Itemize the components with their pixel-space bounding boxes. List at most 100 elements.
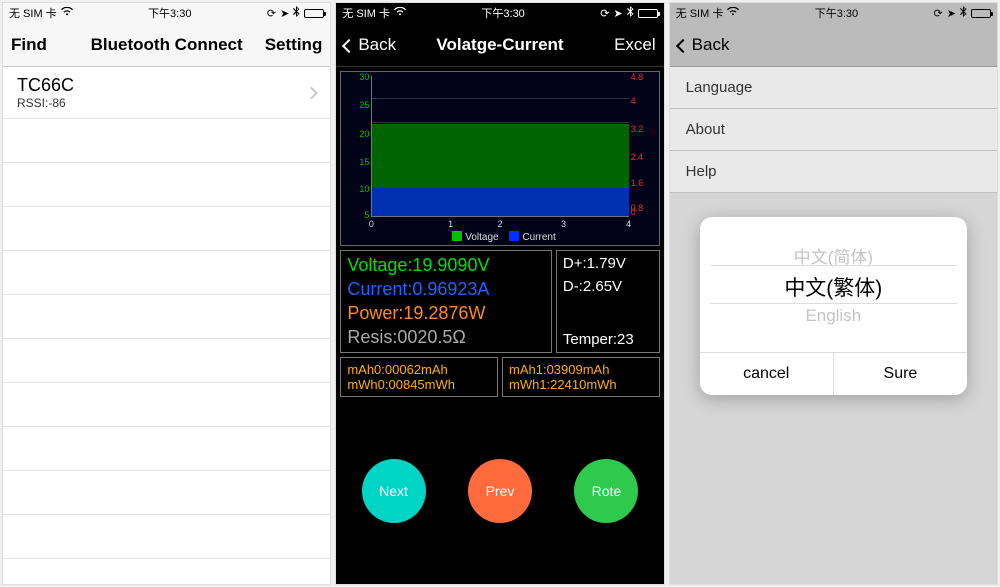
y-right-tick: 0 xyxy=(631,207,657,217)
current-series xyxy=(372,188,628,216)
resistance-reading: Resis:0020.5Ω xyxy=(347,327,545,348)
list-item xyxy=(3,471,330,515)
wifi-icon xyxy=(394,7,406,19)
dline-panel: D+:1.79V D-:2.65V Temper:23 xyxy=(556,250,660,353)
power-reading: Power:19.2876W xyxy=(347,303,545,324)
mah0: mAh0:00062mAh xyxy=(347,362,491,377)
voltage-reading: Voltage:19.9090V xyxy=(347,255,545,276)
picker-option[interactable]: 中文(简体) xyxy=(794,243,873,268)
carrier-text: 无 SIM 卡 xyxy=(9,5,57,21)
button-row: Next Prev Rote xyxy=(340,401,659,580)
accumulator-1: mAh1:03909mAh mWh1:22410mWh xyxy=(502,357,660,397)
chevron-left-icon xyxy=(342,38,356,52)
status-time: 下午3:30 xyxy=(73,5,267,21)
battery-icon xyxy=(304,9,324,18)
list-item xyxy=(3,339,330,383)
y-right-tick: 4.8 xyxy=(631,72,657,82)
language-picker[interactable]: 中文(简体) 中文(繁体) English xyxy=(700,217,967,352)
voltage-current-chart: 30 25 20 15 10 5 4.8 4 3.2 2.4 1.6 0.8 0… xyxy=(340,71,659,246)
list-item xyxy=(3,427,330,471)
mwh1: mWh1:22410mWh xyxy=(509,377,653,392)
battery-icon xyxy=(971,9,991,18)
legend-swatch-current xyxy=(509,231,519,241)
nav-bar: Back xyxy=(670,23,997,67)
list-item xyxy=(3,295,330,339)
y-left-tick: 25 xyxy=(343,100,369,110)
list-item xyxy=(3,515,330,559)
rote-button[interactable]: Rote xyxy=(574,459,638,523)
back-button[interactable]: Back xyxy=(678,35,748,55)
legend-swatch-voltage xyxy=(452,231,462,241)
picker-option-selected[interactable]: 中文(繁体) xyxy=(784,272,882,302)
list-item xyxy=(3,207,330,251)
dminus-reading: D-:2.65V xyxy=(563,278,653,295)
location-icon: ➤ xyxy=(613,7,622,20)
nav-bar: Find Bluetooth Connect Setting xyxy=(3,23,330,67)
device-list: TC66C RSSI:-86 xyxy=(3,67,330,584)
x-tick: 0 xyxy=(369,219,374,229)
y-right-tick: 2.4 xyxy=(631,152,657,162)
list-item xyxy=(3,119,330,163)
status-bar: 无 SIM 卡 下午3:30 ⟳ ➤ xyxy=(336,3,663,23)
y-left-tick: 15 xyxy=(343,157,369,167)
mah1: mAh1:03909mAh xyxy=(509,362,653,377)
excel-button[interactable]: Excel xyxy=(586,35,656,55)
setting-help[interactable]: Help xyxy=(670,151,997,193)
y-left-tick: 20 xyxy=(343,129,369,139)
mwh0: mWh0:00845mWh xyxy=(347,377,491,392)
wifi-icon xyxy=(727,7,739,19)
page-title: Bluetooth Connect xyxy=(81,35,252,55)
dplus-reading: D+:1.79V xyxy=(563,255,653,272)
chevron-left-icon xyxy=(676,38,690,52)
orientation-lock-icon: ⟳ xyxy=(267,7,276,20)
language-picker-dialog: 中文(简体) 中文(繁体) English cancel Sure xyxy=(700,217,967,395)
bluetooth-icon xyxy=(627,6,634,20)
setting-language[interactable]: Language xyxy=(670,67,997,109)
nav-bar: Back Volatge-Current Excel xyxy=(336,23,663,67)
list-item xyxy=(3,163,330,207)
screen-voltage-current: 无 SIM 卡 下午3:30 ⟳ ➤ Back Volatge-Current … xyxy=(335,2,664,585)
orientation-lock-icon: ⟳ xyxy=(934,7,943,20)
device-name: TC66C xyxy=(17,75,316,96)
chart-legend: Voltage Current xyxy=(341,231,658,243)
sure-button[interactable]: Sure xyxy=(834,353,967,395)
prev-button[interactable]: Prev xyxy=(468,459,532,523)
setting-button[interactable]: Setting xyxy=(252,35,322,55)
x-tick: 3 xyxy=(561,219,566,229)
x-tick: 4 xyxy=(626,219,631,229)
accumulator-0: mAh0:00062mAh mWh0:00845mWh xyxy=(340,357,498,397)
location-icon: ➤ xyxy=(947,7,956,20)
y-right-tick: 1.6 xyxy=(631,178,657,188)
cancel-button[interactable]: cancel xyxy=(700,353,834,395)
y-right-tick: 4 xyxy=(631,96,657,106)
picker-option[interactable]: English xyxy=(805,306,861,326)
find-button[interactable]: Find xyxy=(11,35,81,55)
readings-panel: Voltage:19.9090V Current:0.96923A Power:… xyxy=(340,250,552,353)
current-reading: Current:0.96923A xyxy=(347,279,545,300)
carrier-text: 无 SIM 卡 xyxy=(676,5,724,21)
y-left-tick: 10 xyxy=(343,184,369,194)
orientation-lock-icon: ⟳ xyxy=(600,7,609,20)
status-bar: 无 SIM 卡 下午3:30 ⟳ ➤ xyxy=(3,3,330,23)
carrier-text: 无 SIM 卡 xyxy=(342,5,390,21)
y-left-tick: 5 xyxy=(343,210,369,220)
y-left-tick: 30 xyxy=(343,72,369,82)
battery-icon xyxy=(638,9,658,18)
device-rssi: RSSI:-86 xyxy=(17,96,316,110)
setting-about[interactable]: About xyxy=(670,109,997,151)
wifi-icon xyxy=(61,7,73,19)
device-row[interactable]: TC66C RSSI:-86 xyxy=(3,67,330,119)
screen-bluetooth-connect: 无 SIM 卡 下午3:30 ⟳ ➤ Find Bluetooth Connec… xyxy=(2,2,331,585)
status-time: 下午3:30 xyxy=(406,5,600,21)
bluetooth-icon xyxy=(293,6,300,20)
status-time: 下午3:30 xyxy=(739,5,933,21)
list-item xyxy=(3,383,330,427)
status-bar: 无 SIM 卡 下午3:30 ⟳ ➤ xyxy=(670,3,997,23)
x-tick: 2 xyxy=(497,219,502,229)
screen-settings: 无 SIM 卡 下午3:30 ⟳ ➤ Back Language About H… xyxy=(669,2,998,585)
back-button[interactable]: Back xyxy=(344,35,414,55)
bluetooth-icon xyxy=(960,6,967,20)
list-item xyxy=(3,251,330,295)
next-button[interactable]: Next xyxy=(362,459,426,523)
temperature-reading: Temper:23 xyxy=(563,331,653,348)
